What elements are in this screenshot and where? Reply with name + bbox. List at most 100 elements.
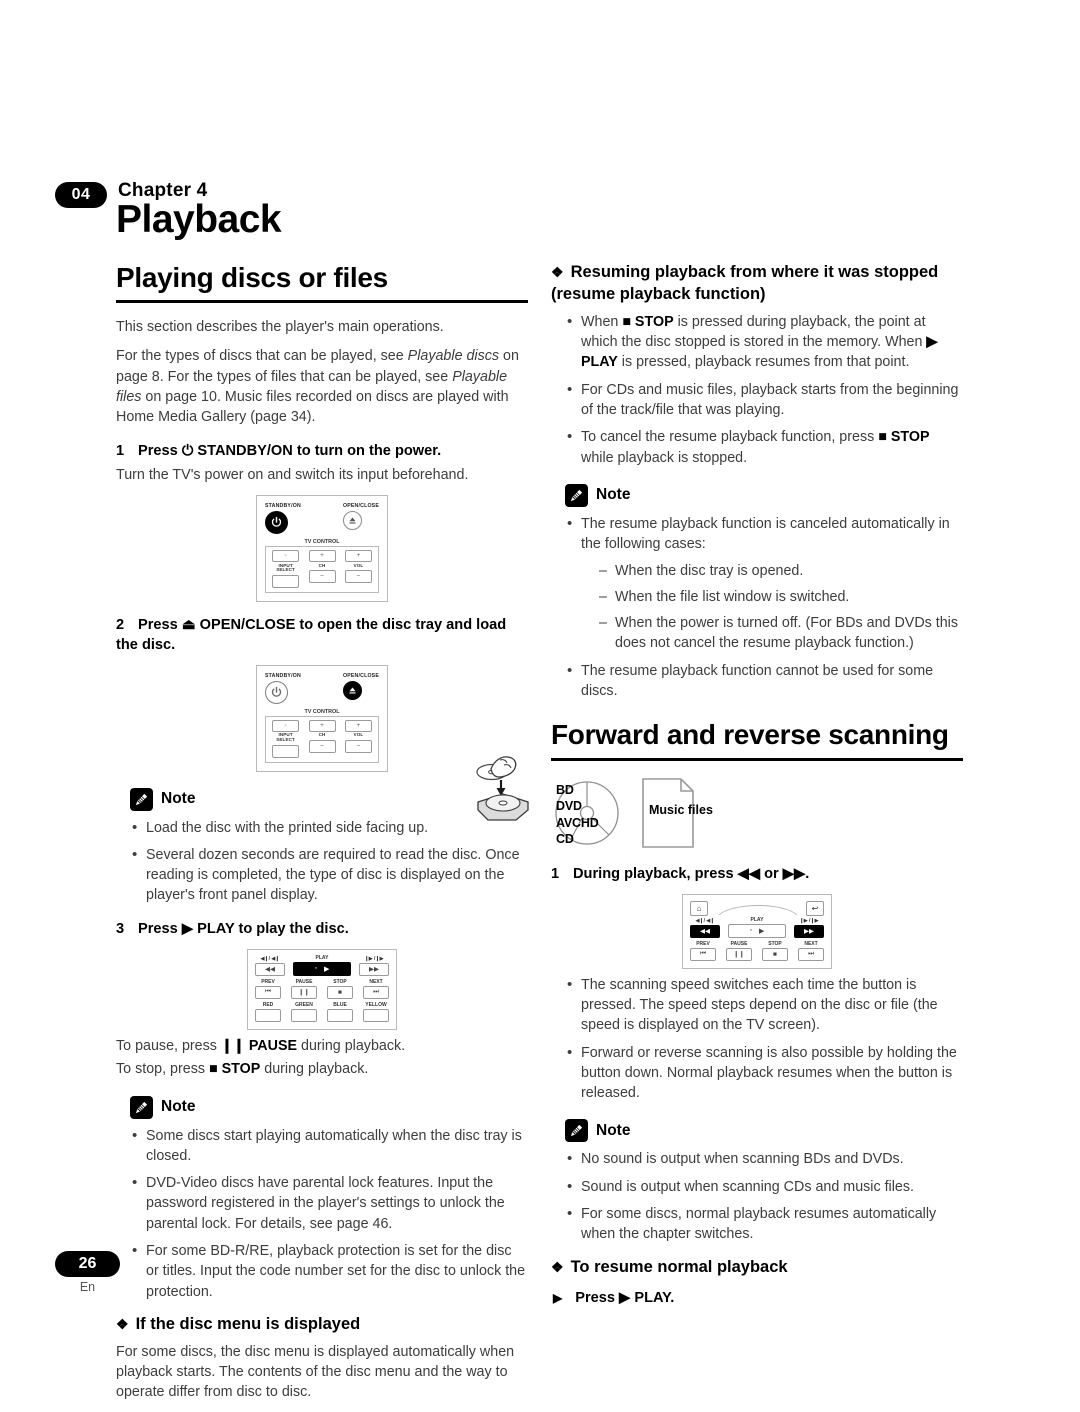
ch-label-2: CH xyxy=(318,732,326,738)
vol-down-button-2[interactable]: – xyxy=(344,739,372,753)
rev-button[interactable]: ◀◀ xyxy=(255,962,285,976)
pause-label-2: PAUSE xyxy=(730,940,748,947)
subheading-resume-normal: ❖ To resume normal playback xyxy=(551,1257,963,1279)
step-1-number: 1 xyxy=(116,442,125,459)
resume-bullet-list: When ■ STOP is pressed during playback, … xyxy=(565,311,963,468)
scan-item: Forward or reverse scanning is also poss… xyxy=(565,1042,963,1104)
note-label-1: Note xyxy=(161,790,196,808)
media-label-avchd: AVCHD xyxy=(556,815,599,830)
blue-button[interactable] xyxy=(327,1008,353,1022)
r1c: is pressed, playback resumes from that p… xyxy=(617,354,910,371)
open-close-button-2[interactable] xyxy=(342,680,362,700)
eject-icon xyxy=(349,517,356,524)
note-label-2: Note xyxy=(161,1098,196,1115)
play-icon: ▶ xyxy=(324,965,330,973)
step-3: 3 Press ▶ PLAY to play the disc. xyxy=(116,919,528,939)
remote-diagram-scan-wrapper: ⌂ ↩ ◀❙/ ◀❙ ◀◀ PLAY ◦ ▶ ❙▶ /❙▶ ▶▶ PREV ⏮ … xyxy=(551,893,963,969)
fwd-button[interactable]: ▶▶ xyxy=(359,962,389,976)
note-pencil-icon xyxy=(565,1119,588,1143)
power-icon xyxy=(271,517,282,527)
remote-diagram-play-wrapper: ◀❙/ ◀❙ ◀◀ PLAY ◦ ▶ ❙▶ /❙▶ ▶▶ PREV ⏮ PAUS… xyxy=(116,948,528,1030)
pause-button-2[interactable]: ❙❙ xyxy=(726,947,752,961)
play-icon: ▶ xyxy=(759,927,765,935)
step-1-text: Press ⏻ STANDBY/ON to turn on the power. xyxy=(138,442,442,459)
subheading-disc-menu: ❖ If the disc menu is displayed xyxy=(116,1314,528,1336)
r1a: When xyxy=(581,313,623,330)
r1-stop-key: ■ STOP xyxy=(622,313,674,330)
next-label: NEXT xyxy=(369,978,383,985)
subheading-disc-menu-text: If the disc menu is displayed xyxy=(135,1314,361,1333)
red-button[interactable] xyxy=(255,1008,281,1022)
stop-button-2[interactable]: ■ xyxy=(762,947,788,961)
note-label-r1: Note xyxy=(596,486,631,504)
stop-label: STOP xyxy=(333,978,347,985)
resume-item-1: When ■ STOP is pressed during playback, … xyxy=(565,311,963,373)
input-select-button-2[interactable] xyxy=(272,744,300,758)
input-select-top-button[interactable]: ◦ xyxy=(272,550,300,563)
vol-down-button[interactable]: – xyxy=(344,569,372,583)
play-button[interactable]: ◦ ▶ xyxy=(293,961,351,976)
dpad-arc-decoration xyxy=(712,901,802,916)
stop-button[interactable]: ■ xyxy=(327,985,353,999)
ch-up-button-2[interactable]: + xyxy=(308,719,336,732)
ch-down-button-2[interactable]: – xyxy=(308,739,336,753)
input-select-button[interactable] xyxy=(272,574,300,588)
section-heading-scanning: Forward and reverse scanning xyxy=(551,719,949,751)
vol-up-button-2[interactable]: + xyxy=(344,719,372,732)
diamond-icon: ❖ xyxy=(116,1315,129,1332)
subheading-resume-normal-text: To resume normal playback xyxy=(570,1257,788,1276)
rev-button-highlighted[interactable]: ◀◀ xyxy=(690,924,720,938)
scan-step-1: 1 During playback, press ◀◀ or ▶▶. xyxy=(551,864,963,884)
yellow-button[interactable] xyxy=(363,1008,389,1022)
diamond-icon: ❖ xyxy=(551,1258,564,1275)
pause-text-a: To pause, press xyxy=(116,1037,221,1054)
input-select-label-2: INPUT SELECT xyxy=(276,732,295,743)
open-close-button[interactable] xyxy=(342,511,362,531)
page-number-badge: 26 xyxy=(55,1251,120,1277)
input-select-top-button-2[interactable]: ◦ xyxy=(272,719,300,732)
media-label-cd: CD xyxy=(556,832,574,847)
media-label-dvd: DVD xyxy=(556,799,582,814)
return-button[interactable]: ↩ xyxy=(806,900,824,916)
prev-button[interactable]: ⏮ xyxy=(255,985,281,999)
chapter-number-badge: 04 xyxy=(55,182,107,208)
vol-label-2: VOL xyxy=(353,732,364,738)
prev-button-2[interactable]: ⏮ xyxy=(690,947,716,961)
home-button[interactable]: ⌂ xyxy=(690,900,708,916)
note-dash-list: When the disc tray is opened. When the f… xyxy=(599,561,963,654)
fwd-top-label: ❙▶ /❙▶ xyxy=(364,955,384,962)
ch-up-button[interactable]: + xyxy=(308,550,336,563)
pause-text-b: during playback. xyxy=(297,1037,406,1054)
next-button[interactable]: ⏭ xyxy=(363,985,389,999)
ch-down-button[interactable]: – xyxy=(308,569,336,583)
diamond-icon: ❖ xyxy=(551,264,564,280)
fwd-button-highlighted[interactable]: ▶▶ xyxy=(794,924,824,938)
playable-discs-ref: Playable discs xyxy=(407,348,500,365)
manual-page: 04 Chapter 4 Playback Playing discs or f… xyxy=(0,0,1080,1407)
standby-on-button[interactable] xyxy=(265,511,288,535)
note-pencil-icon xyxy=(130,787,153,811)
subheading-resume-text: Resuming playback from where it was stop… xyxy=(551,263,939,303)
vol-up-button[interactable]: + xyxy=(344,550,372,563)
scan-step-number: 1 xyxy=(551,865,560,882)
standby-on-button-2[interactable] xyxy=(265,680,288,704)
heading-rule-2 xyxy=(551,757,963,761)
note-item: Sound is output when scanning CDs and mu… xyxy=(565,1176,963,1198)
pause-button[interactable]: ❙❙ xyxy=(291,985,317,999)
intro-paragraph-1: This section describes the player's main… xyxy=(116,319,444,336)
next-button-2[interactable]: ⏭ xyxy=(798,947,824,961)
play-label-2: PLAY xyxy=(750,916,764,923)
green-button[interactable] xyxy=(291,1008,317,1022)
pause-label: PAUSE xyxy=(295,978,313,985)
fwd-top-label-2: ❙▶ /❙▶ xyxy=(799,917,819,924)
tv-control-label-2: TV CONTROL xyxy=(304,708,340,715)
scan-item: The scanning speed switches each time th… xyxy=(565,974,963,1036)
prev-label-2: PREV xyxy=(696,940,710,947)
subheading-resume-playback: ❖ Resuming playback from where it was sto… xyxy=(551,262,963,306)
note-item: No sound is output when scanning BDs and… xyxy=(565,1148,963,1170)
play-button-2[interactable]: ◦ ▶ xyxy=(728,923,786,938)
play-label: PLAY xyxy=(315,954,329,961)
note-list-r2: No sound is output when scanning BDs and… xyxy=(565,1148,963,1244)
intro2-c: on page 10. Music files recorded on disc… xyxy=(116,389,509,426)
scan-step-text: During playback, press ◀◀ or ▶▶. xyxy=(573,865,810,882)
